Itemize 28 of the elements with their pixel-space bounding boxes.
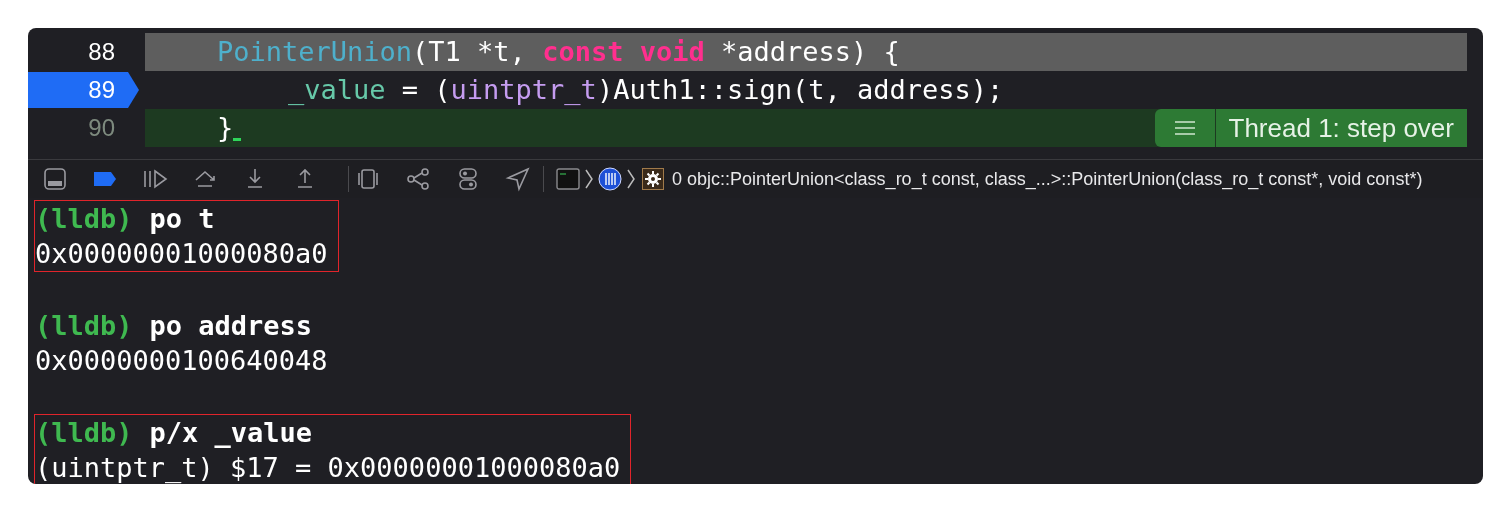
line-number: 89 <box>88 75 115 105</box>
text-cursor <box>233 138 242 141</box>
console-output: 0x0000000100640048 <box>35 344 328 378</box>
menu-button[interactable] <box>1154 109 1215 147</box>
gear-icon <box>642 168 664 190</box>
thread-icon <box>598 167 622 191</box>
code-line: _value = (uintptr_t)Auth1::sign(t, address); <box>287 72 1005 107</box>
chevron-icon <box>626 168 636 190</box>
console-toggle-icon[interactable] <box>42 166 68 192</box>
console-command: p/x _value <box>149 417 313 448</box>
thread-status-badge: Thread 1: step over <box>1215 109 1467 147</box>
line-number: 88 <box>88 37 115 67</box>
lldb-prompt: (lldb) <box>35 203 133 234</box>
location-icon[interactable] <box>505 166 531 192</box>
view-hierarchy-icon[interactable] <box>355 166 381 192</box>
chevron-icon <box>584 168 594 190</box>
graph-icon[interactable] <box>405 166 431 192</box>
line-number: 90 <box>88 113 115 143</box>
console-output: 0x00000001000080a0 <box>35 237 328 271</box>
lldb-prompt: (lldb) <box>35 417 133 448</box>
console-command: po t <box>149 203 215 234</box>
menu-icon <box>1173 121 1196 135</box>
console-output: (uintptr_t) $17 = 0x00000001000080a0 <box>35 451 621 484</box>
lldb-prompt: (lldb) <box>35 310 133 341</box>
terminal-icon <box>556 168 580 190</box>
console-command: po address <box>149 310 313 341</box>
breakpoint-marker[interactable] <box>28 72 140 108</box>
stack-frame-label[interactable]: 0 objc::PointerUnion<class_ro_t const, class_...>::PointerUnion(class_ro_t const*, void const*) <box>672 165 1423 193</box>
